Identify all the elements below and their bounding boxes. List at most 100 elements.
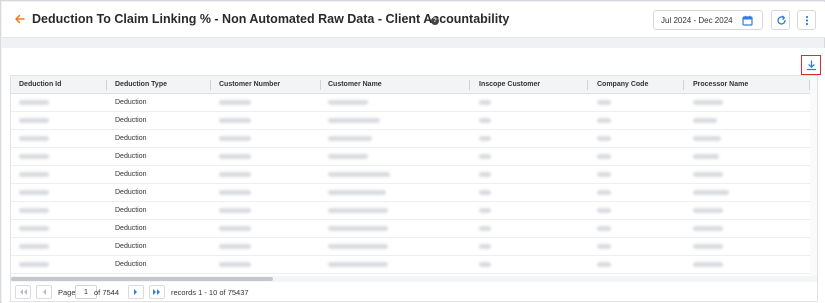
column-header-inscope-customer[interactable]: Inscope Customer xyxy=(479,81,540,88)
redacted-cell xyxy=(219,226,251,231)
calendar-icon xyxy=(742,15,753,26)
page-label: Page xyxy=(58,288,76,297)
column-divider[interactable] xyxy=(587,80,588,90)
redacted-cell xyxy=(19,208,49,213)
column-divider[interactable] xyxy=(106,80,107,90)
redacted-cell xyxy=(219,136,251,141)
redacted-cell xyxy=(693,262,723,267)
table-row[interactable]: Deduction xyxy=(11,202,817,220)
first-page-button[interactable] xyxy=(15,285,31,299)
column-divider[interactable] xyxy=(683,80,684,90)
download-icon xyxy=(806,60,817,73)
redacted-cell xyxy=(19,136,49,141)
table-row[interactable]: Deduction xyxy=(11,184,817,202)
table-row[interactable]: Deduction xyxy=(11,220,817,238)
redacted-cell xyxy=(328,100,368,105)
redacted-cell xyxy=(479,226,491,231)
redacted-cell xyxy=(19,154,49,159)
redacted-cell xyxy=(479,262,491,267)
redacted-cell xyxy=(479,190,491,195)
date-range-picker[interactable]: Jul 2024 - Dec 2024 xyxy=(653,10,763,30)
previous-page-icon xyxy=(43,289,46,295)
redacted-cell xyxy=(693,100,723,105)
redacted-cell xyxy=(328,262,388,267)
redacted-cell xyxy=(693,172,723,177)
column-header-deduction-id[interactable]: Deduction Id xyxy=(19,81,61,88)
previous-page-button[interactable] xyxy=(36,285,52,299)
table-row[interactable]: Deduction xyxy=(11,166,817,184)
redacted-cell xyxy=(693,190,729,195)
last-page-icon xyxy=(153,289,160,295)
redacted-cell xyxy=(219,118,251,123)
next-page-icon xyxy=(134,289,137,295)
redacted-cell xyxy=(479,136,491,141)
redacted-cell xyxy=(328,154,368,159)
column-header-processor-name[interactable]: Processor Name xyxy=(693,81,748,88)
report-card: Deduction Id Deduction Type Customer Num… xyxy=(2,48,825,303)
table-row[interactable]: Deduction xyxy=(11,256,817,274)
pagination-bar: Page 1 of 7544 records 1 - 10 of 75437 xyxy=(10,284,410,302)
redacted-cell xyxy=(479,154,491,159)
column-header-company-code[interactable]: Company Code xyxy=(597,81,648,88)
redacted-cell xyxy=(328,118,380,123)
table-row[interactable]: Deduction xyxy=(11,130,817,148)
redacted-cell xyxy=(479,244,491,249)
redacted-cell xyxy=(19,172,49,177)
redacted-cell xyxy=(328,172,390,177)
redacted-cell xyxy=(19,226,49,231)
redacted-cell xyxy=(479,100,491,105)
redacted-cell xyxy=(597,172,611,177)
more-options-button[interactable] xyxy=(797,10,816,30)
column-divider[interactable] xyxy=(469,80,470,90)
vertical-scrollbar[interactable] xyxy=(810,76,817,276)
table-row[interactable]: Deduction xyxy=(11,238,817,256)
deduction-type-cell: Deduction xyxy=(115,225,147,232)
question-circle-icon[interactable]: ? xyxy=(431,17,439,25)
refresh-button[interactable] xyxy=(771,10,790,30)
redacted-cell xyxy=(597,208,611,213)
redacted-cell xyxy=(328,136,372,141)
deduction-type-cell: Deduction xyxy=(115,261,147,268)
redacted-cell xyxy=(219,262,251,267)
download-button[interactable] xyxy=(801,55,821,75)
redacted-cell xyxy=(597,190,611,195)
data-table: Deduction Id Deduction Type Customer Num… xyxy=(10,75,818,302)
first-page-icon xyxy=(20,289,27,295)
arrow-left-icon[interactable] xyxy=(14,12,26,26)
horizontal-scrollbar-thumb[interactable] xyxy=(11,277,273,281)
redacted-cell xyxy=(19,262,49,267)
redacted-cell xyxy=(219,208,251,213)
deduction-type-cell: Deduction xyxy=(115,243,147,250)
redacted-cell xyxy=(693,154,719,159)
app-frame: Deduction To Claim Linking % - Non Autom… xyxy=(0,0,825,303)
redacted-cell xyxy=(479,172,491,177)
column-divider[interactable] xyxy=(320,80,321,90)
redacted-cell xyxy=(219,154,251,159)
table-row[interactable]: Deduction xyxy=(11,148,817,166)
column-header-deduction-type[interactable]: Deduction Type xyxy=(115,81,167,88)
redacted-cell xyxy=(597,244,611,249)
table-header: Deduction Id Deduction Type Customer Num… xyxy=(11,76,817,94)
redacted-cell xyxy=(597,100,611,105)
deduction-type-cell: Deduction xyxy=(115,171,147,178)
more-vertical-icon xyxy=(805,15,809,28)
horizontal-scrollbar[interactable] xyxy=(11,276,817,282)
table-row[interactable]: Deduction xyxy=(11,112,817,130)
redacted-cell xyxy=(328,226,388,231)
redacted-cell xyxy=(328,208,388,213)
redacted-cell xyxy=(693,136,721,141)
records-summary: records 1 - 10 of 75437 xyxy=(171,288,249,297)
next-page-button[interactable] xyxy=(128,285,144,299)
column-header-customer-number[interactable]: Customer Number xyxy=(219,81,280,88)
column-header-customer-name[interactable]: Customer Name xyxy=(328,81,382,88)
redacted-cell xyxy=(693,208,723,213)
table-row[interactable]: Deduction xyxy=(11,94,817,112)
column-divider[interactable] xyxy=(210,80,211,90)
total-pages-label: of 7544 xyxy=(94,288,120,297)
redacted-cell xyxy=(219,244,251,249)
redacted-cell xyxy=(693,244,723,249)
last-page-button[interactable] xyxy=(149,285,165,299)
redacted-cell xyxy=(597,262,611,267)
redacted-cell xyxy=(19,118,49,123)
redacted-cell xyxy=(19,244,49,249)
